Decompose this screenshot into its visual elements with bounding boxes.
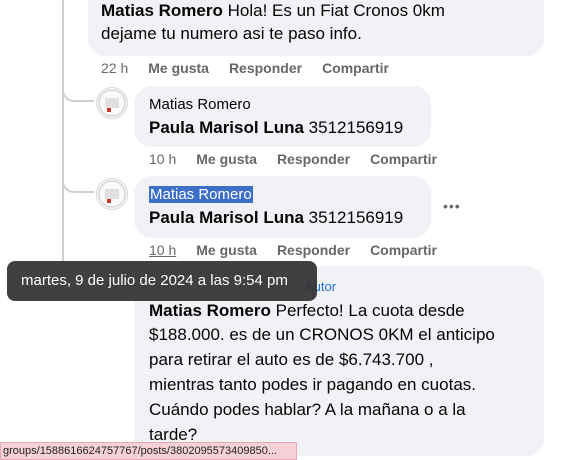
reply-text-line4: mientras tanto podes ir pagando en cuota…: [149, 375, 476, 394]
comment-author[interactable]: Matias Romero: [101, 1, 223, 20]
thread-connector: [62, 177, 94, 193]
status-bar-url: groups/1588616624757767/posts/3802095573…: [0, 442, 297, 460]
comment-text-line2: dejame tu numero asi te paso info.: [101, 24, 362, 43]
mention-link[interactable]: Paula Marisol Luna: [149, 118, 304, 137]
avatar[interactable]: [96, 87, 128, 119]
reply-text-line3: para retirar el auto es de $6.743.700 ,: [149, 350, 434, 369]
reply-button[interactable]: Responder: [277, 151, 350, 167]
reply-button[interactable]: Responder: [277, 242, 350, 258]
phone-number: 3512156919: [308, 208, 404, 227]
reply-text-line5: Cuándo podes hablar? A la mañana o a la: [149, 400, 466, 419]
thread-connector: [62, 86, 94, 102]
reply-author[interactable]: Matias Romero: [149, 301, 271, 320]
comment-actions: 22 h Me gusta Responder Compartir: [101, 60, 409, 76]
reply-timestamp[interactable]: 10 h: [149, 151, 176, 167]
reply-text-line2: $188.000. es de un CRONOS 0KM el anticip…: [149, 325, 495, 344]
share-button[interactable]: Compartir: [370, 242, 437, 258]
reply-actions: 10 h Me gusta Responder Compartir: [149, 151, 457, 167]
like-button[interactable]: Me gusta: [196, 151, 257, 167]
phone-number: 3512156919: [308, 118, 404, 137]
reply-text-line1: Matias Romero Perfecto! La cuota desde: [149, 301, 465, 320]
reply-timestamp[interactable]: 10 h: [149, 242, 176, 258]
reply-text: Paula Marisol Luna 3512156919: [149, 118, 403, 138]
reply-text: Paula Marisol Luna 3512156919: [149, 208, 403, 228]
timestamp-tooltip: martes, 9 de julio de 2024 a las 9:54 pm: [7, 261, 317, 301]
like-button[interactable]: Me gusta: [196, 242, 257, 258]
comment-text-line1: Matias Romero Hola! Es un Fiat Cronos 0k…: [101, 1, 445, 20]
reply-button[interactable]: Responder: [229, 60, 302, 76]
reply-actions: 10 h Me gusta Responder Compartir: [149, 242, 457, 258]
like-button[interactable]: Me gusta: [148, 60, 209, 76]
thread-line: [62, 0, 64, 270]
more-options-icon[interactable]: •••: [443, 198, 461, 214]
share-button[interactable]: Compartir: [370, 151, 437, 167]
reply-author-selected[interactable]: Matias Romero: [149, 186, 253, 203]
mention-link[interactable]: Paula Marisol Luna: [149, 208, 304, 227]
share-button[interactable]: Compartir: [322, 60, 389, 76]
reply-author[interactable]: Matias Romero: [149, 96, 251, 113]
comment-timestamp[interactable]: 22 h: [101, 60, 128, 76]
avatar[interactable]: [96, 178, 128, 210]
